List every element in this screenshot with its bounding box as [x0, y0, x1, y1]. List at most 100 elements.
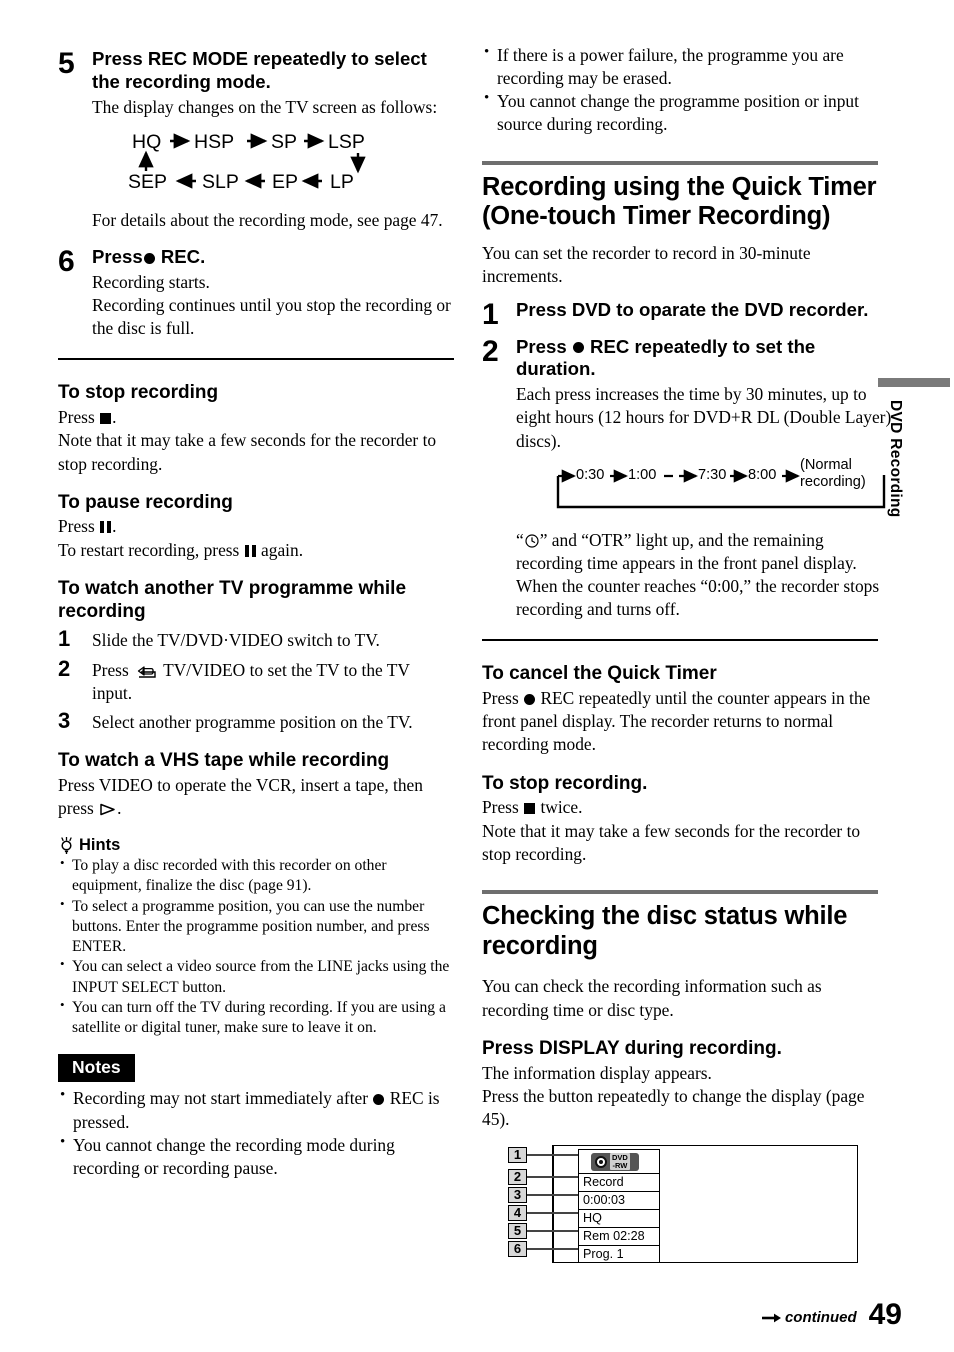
continued-marker: continued	[761, 1309, 857, 1330]
watch-tv-step-3: 3 Select another programme position on t…	[58, 708, 454, 734]
cancel-quick-timer-heading: To cancel the Quick Timer	[482, 663, 717, 685]
osd-screen-left-edge	[552, 1144, 554, 1263]
osd-leader-1	[527, 1153, 578, 1156]
quick-timer-section: Recording using the Quick Timer (One-tou…	[482, 160, 891, 622]
restart-prefix: To restart recording, press	[58, 539, 240, 560]
step-5-text: The display changes on the TV screen as …	[92, 96, 438, 117]
checking-disc-intro: You can check the recording information …	[482, 976, 822, 1020]
quick-timer-step-1-title: Press DVD to oparate the DVD recorder.	[516, 298, 869, 320]
osd-row-elapsed: 0:00:03	[578, 1190, 660, 1209]
osd-callout-1: 1	[508, 1146, 527, 1163]
cancel-quick-timer-suffix: REC repeatedly until the counter appears…	[482, 688, 871, 755]
qt-normal-recording-label: (Normal recording)	[800, 457, 866, 491]
stop-square-icon	[524, 802, 536, 814]
press-display-heading: Press DISPLAY during recording.	[482, 1037, 782, 1059]
step-5: 5 Press REC MODE repeatedly to select th…	[58, 48, 454, 232]
tv-video-input-icon	[137, 665, 156, 678]
watch-another-tv-heading: To watch another TV programme while reco…	[58, 577, 407, 622]
quick-timer-after-text: ” and “OTR” light up, and the remaining …	[516, 529, 857, 573]
list-item: To select a programme position, you can …	[58, 896, 454, 958]
qt-value-0030: 0:30	[576, 466, 605, 483]
press-display-block: Press DISPLAY during recording. The info…	[482, 1038, 878, 1131]
flow-label-ep: EP	[272, 170, 299, 193]
quick-timer-step-2: 2 Press REC repeatedly to set the durati…	[482, 334, 891, 622]
osd-row-recmode: HQ	[578, 1208, 660, 1227]
step-6-title-prefix: Press	[92, 246, 143, 267]
osd-callout-2: 2	[508, 1168, 527, 1185]
notes-block: Notes Recording may not start immediatel…	[58, 1054, 454, 1180]
watch-tv-step-3-number: 3	[58, 707, 71, 733]
quick-timer-step-2-title: Press REC repeatedly to set the duration…	[516, 336, 892, 382]
rec-dot-icon	[572, 342, 584, 353]
qt-normal-line2: recording)	[800, 473, 866, 490]
to-stop-recording-heading: To stop recording	[58, 382, 219, 404]
hints-block: Hints To play a disc recorded with this …	[58, 836, 454, 1038]
record-dot-icon	[595, 1155, 607, 1168]
step-6: 6 Press REC. Recording starts. Recording…	[58, 246, 454, 340]
press-label: Press	[516, 335, 567, 357]
press-suffix: .	[112, 516, 117, 537]
top-notes-list: If there is a power failure, the program…	[482, 43, 878, 137]
osd-callout-6: 6	[508, 1240, 527, 1257]
step-6-line1: Recording starts.	[92, 271, 210, 292]
press-suffix: .	[112, 407, 117, 428]
list-item: You can turn off the TV during recording…	[58, 997, 454, 1039]
cancel-quick-timer-text: Press REC repeatedly until the counter a…	[482, 687, 878, 756]
watch-tv-step-1: 1 Slide the TV/DVD·VIDEO switch to TV.	[58, 626, 454, 652]
qt-normal-line1: (Normal	[800, 456, 852, 473]
watch-tv-step-3-text: Select another programme position on the…	[92, 711, 413, 732]
quote-open: “	[516, 529, 524, 550]
quick-timer-heading: Recording using the Quick Timer (One-tou…	[482, 172, 877, 231]
press-label: Press	[92, 659, 129, 680]
flow-label-lsp: LSP	[328, 130, 365, 153]
press-label: Press	[58, 516, 95, 537]
list-item: To play a disc recorded with this record…	[58, 855, 454, 897]
left-column: 5 Press REC MODE repeatedly to select th…	[58, 44, 454, 1180]
flow-label-sep: SEP	[128, 170, 168, 193]
osd-leader-5	[527, 1229, 578, 1232]
osd-callout-4: 4	[508, 1204, 527, 1221]
osd-row-status: Record	[578, 1172, 660, 1191]
press-label: Press	[482, 688, 519, 709]
step-6-line2: Recording continues until you stop the r…	[92, 295, 451, 339]
continued-arrow-icon	[761, 1313, 781, 1322]
list-item: You cannot change the recording mode dur…	[58, 1133, 454, 1180]
pause-bars-icon	[100, 521, 112, 534]
disc-type-label: DVD -RW	[610, 1153, 630, 1171]
to-stop-recording-press: Press .	[58, 406, 454, 429]
qt-value-0730: 7:30	[698, 466, 727, 483]
press-label: Press	[58, 407, 95, 428]
quick-timer-intro: You can set the recorder to record in 30…	[482, 243, 811, 287]
right-stop-recording-heading: To stop recording.	[482, 772, 648, 794]
quick-timer-step-2-text: Each press increases the time by 30 minu…	[516, 384, 892, 451]
notes-badge: Notes	[58, 1054, 135, 1083]
flow-label-slp: SLP	[202, 170, 239, 193]
manual-page: 5 Press REC MODE repeatedly to select th…	[0, 0, 954, 1352]
osd-disc-type-cell: DVD -RW	[578, 1148, 660, 1173]
osd-callout-5: 5	[508, 1222, 527, 1239]
osd-display-diagram: 1 2 3 4 5 6 DVD -RW Record 0:00:03 HQ Re…	[508, 1144, 858, 1263]
quick-timer-step-1-number: 1	[482, 297, 499, 331]
quick-timer-after-line2: When the counter reaches “0:00,” the rec…	[516, 575, 880, 620]
to-pause-recording-block: To pause recording Press . To restart re…	[58, 492, 454, 562]
quick-timer-step-2-number: 2	[482, 334, 499, 368]
step-5-after-text: For details about the recording mode, se…	[92, 209, 443, 230]
side-tab-bar	[878, 378, 950, 387]
lightbulb-icon	[61, 836, 72, 854]
checking-disc-section: Checking the disc status while recording…	[482, 889, 878, 1263]
flow-label-sp: SP	[271, 130, 298, 153]
osd-leader-6	[527, 1247, 578, 1250]
right-column: If there is a power failure, the program…	[482, 43, 891, 1263]
disc-type-line2: -RW	[612, 1160, 628, 1170]
rec-dot-icon	[373, 1093, 385, 1105]
right-stop-recording-press: Press twice.	[482, 796, 878, 819]
osd-leader-2	[527, 1175, 578, 1178]
hints-list: To play a disc recorded with this record…	[58, 855, 454, 1039]
disc-type-badge: DVD -RW	[591, 1152, 639, 1171]
osd-callout-3: 3	[508, 1186, 527, 1203]
checking-disc-heading: Checking the disc status while recording	[482, 901, 848, 960]
watch-vhs-text-suffix: .	[117, 797, 122, 818]
restart-suffix: again.	[261, 539, 304, 560]
stop-square-icon	[100, 412, 112, 424]
continued-label: continued	[784, 1309, 857, 1326]
